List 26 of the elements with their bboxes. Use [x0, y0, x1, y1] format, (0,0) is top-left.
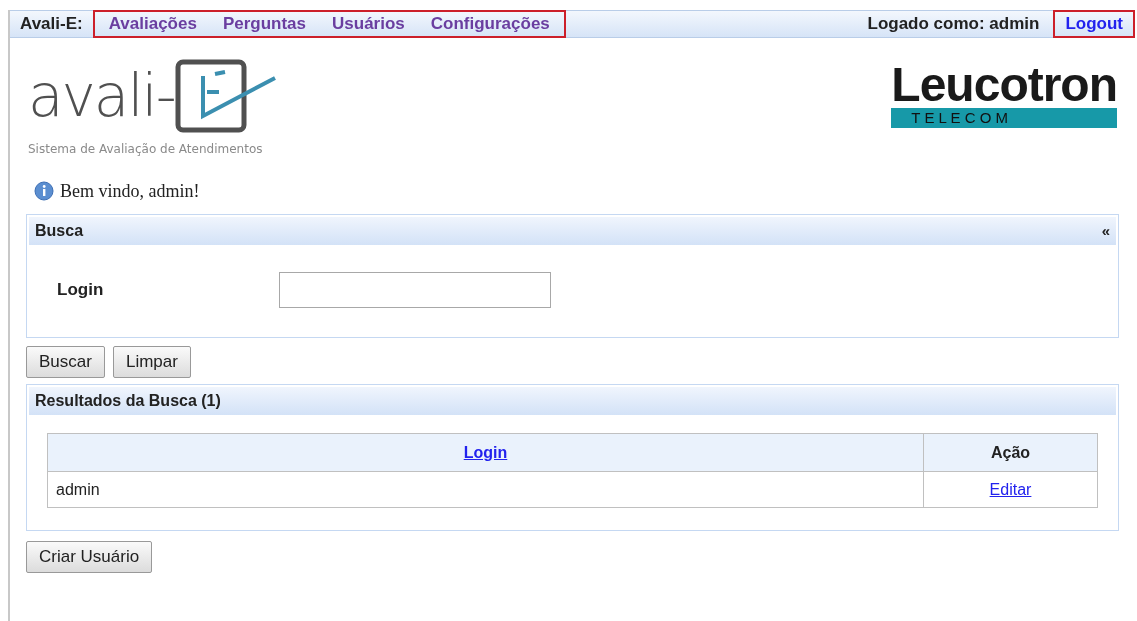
partner-logo-subtitle: T E L E C O M	[891, 108, 1117, 128]
nav-link[interactable]: Configurações	[430, 11, 550, 37]
field-label: Login	[57, 279, 105, 302]
logo-wordmark: avali-	[28, 66, 175, 126]
logged-in-text: Logado como: admin	[867, 13, 1041, 36]
login-input[interactable]	[279, 272, 551, 308]
edit-link[interactable]: Editar	[989, 480, 1032, 498]
partner-logo-name: Leucotron	[891, 62, 1117, 108]
button[interactable]: Buscar	[26, 346, 105, 378]
column-header: Ação	[990, 443, 1031, 461]
button[interactable]: Limpar	[112, 346, 191, 378]
app-name: Avali-E:	[19, 13, 84, 36]
logout-link[interactable]: Logout	[1053, 10, 1135, 38]
checkmark-box-icon	[174, 58, 279, 134]
nav-link[interactable]: Avaliações	[108, 11, 197, 37]
welcome-message: Bem vindo, admin!	[60, 179, 200, 203]
button[interactable]: Criar Usuário	[26, 541, 153, 573]
nav-link[interactable]: Usuários	[332, 11, 405, 37]
panel-title: Resultados da Busca (1)	[35, 391, 221, 411]
sort-link[interactable]: Login	[463, 443, 508, 461]
info-icon	[34, 181, 54, 201]
table-cell: admin	[56, 480, 100, 498]
logo-tagline: Sistema de Avaliação de Atendimentos	[28, 141, 264, 158]
panel-title: Busca	[35, 221, 84, 241]
nav-link[interactable]: Perguntas	[222, 11, 307, 37]
collapse-button[interactable]: «	[1101, 219, 1110, 243]
